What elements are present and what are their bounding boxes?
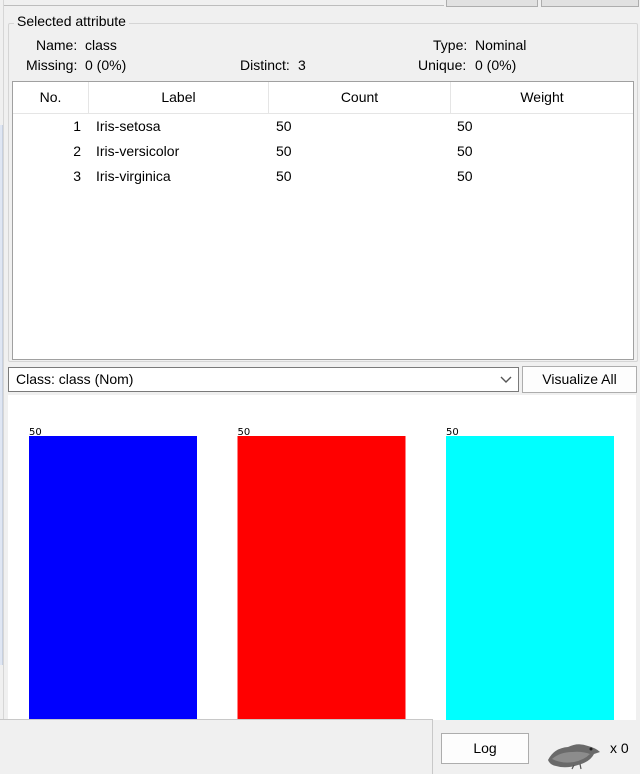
class-selector-value: Class: class (Nom) <box>16 371 134 387</box>
log-button[interactable]: Log <box>441 733 529 764</box>
row-no: 3 <box>73 168 81 184</box>
row-weight: 50 <box>457 118 473 134</box>
row-count: 50 <box>276 143 292 159</box>
row-no: 1 <box>73 118 81 134</box>
selected-attribute-title: Selected attribute <box>14 13 129 29</box>
row-count: 50 <box>276 118 292 134</box>
class-histogram: 50 50 50 <box>8 395 636 720</box>
histogram-bar-1 <box>29 436 197 720</box>
unique-value: 0 (0%) <box>475 57 517 73</box>
left-panel-scroll-edge <box>0 125 3 665</box>
weka-bird-icon[interactable] <box>544 738 602 770</box>
histogram-bar-label-2: 50 <box>238 427 251 438</box>
top-divider <box>0 5 444 6</box>
attribute-values-table[interactable]: No. Label Count Weight 1 Iris-setosa 50 … <box>12 81 634 360</box>
row-label: Iris-versicolor <box>96 143 180 159</box>
table-row[interactable]: 2 Iris-versicolor 50 50 <box>13 139 633 164</box>
row-no: 2 <box>73 143 81 159</box>
histogram-bar-label-1: 50 <box>29 427 42 438</box>
type-label: Type: <box>433 37 468 53</box>
top-button-stub-1[interactable] <box>446 0 538 7</box>
histogram-bar-3 <box>446 436 614 720</box>
status-bar <box>0 719 433 774</box>
distinct-value: 3 <box>298 57 306 73</box>
class-selector[interactable]: Class: class (Nom) <box>8 367 519 392</box>
row-weight: 50 <box>457 168 473 184</box>
histogram-bar-label-3: 50 <box>446 427 459 438</box>
name-label: Name: <box>36 37 78 53</box>
missing-value: 0 (0%) <box>85 57 127 73</box>
histogram-bar-2 <box>237 436 406 720</box>
table-header: No. Label Count Weight <box>13 82 633 114</box>
name-value: class <box>85 37 117 53</box>
table-row[interactable]: 3 Iris-virginica 50 50 <box>13 164 633 189</box>
status-count: x 0 <box>610 740 629 756</box>
column-header-count[interactable]: Count <box>269 82 451 113</box>
visualize-all-button[interactable]: Visualize All <box>522 366 637 393</box>
type-value: Nominal <box>475 37 527 53</box>
column-header-label[interactable]: Label <box>89 82 269 113</box>
column-header-no[interactable]: No. <box>13 82 89 113</box>
distinct-label: Distinct: <box>240 57 290 73</box>
chevron-down-icon <box>500 376 512 383</box>
column-header-weight[interactable]: Weight <box>451 82 633 113</box>
row-label: Iris-virginica <box>96 168 171 184</box>
row-label: Iris-setosa <box>96 118 161 134</box>
unique-label: Unique: <box>418 57 467 73</box>
row-weight: 50 <box>457 143 473 159</box>
table-row[interactable]: 1 Iris-setosa 50 50 <box>13 114 633 139</box>
row-count: 50 <box>276 168 292 184</box>
histogram-svg: 50 50 50 <box>29 427 614 720</box>
missing-label: Missing: <box>26 57 78 73</box>
top-button-stub-2[interactable] <box>541 0 639 7</box>
